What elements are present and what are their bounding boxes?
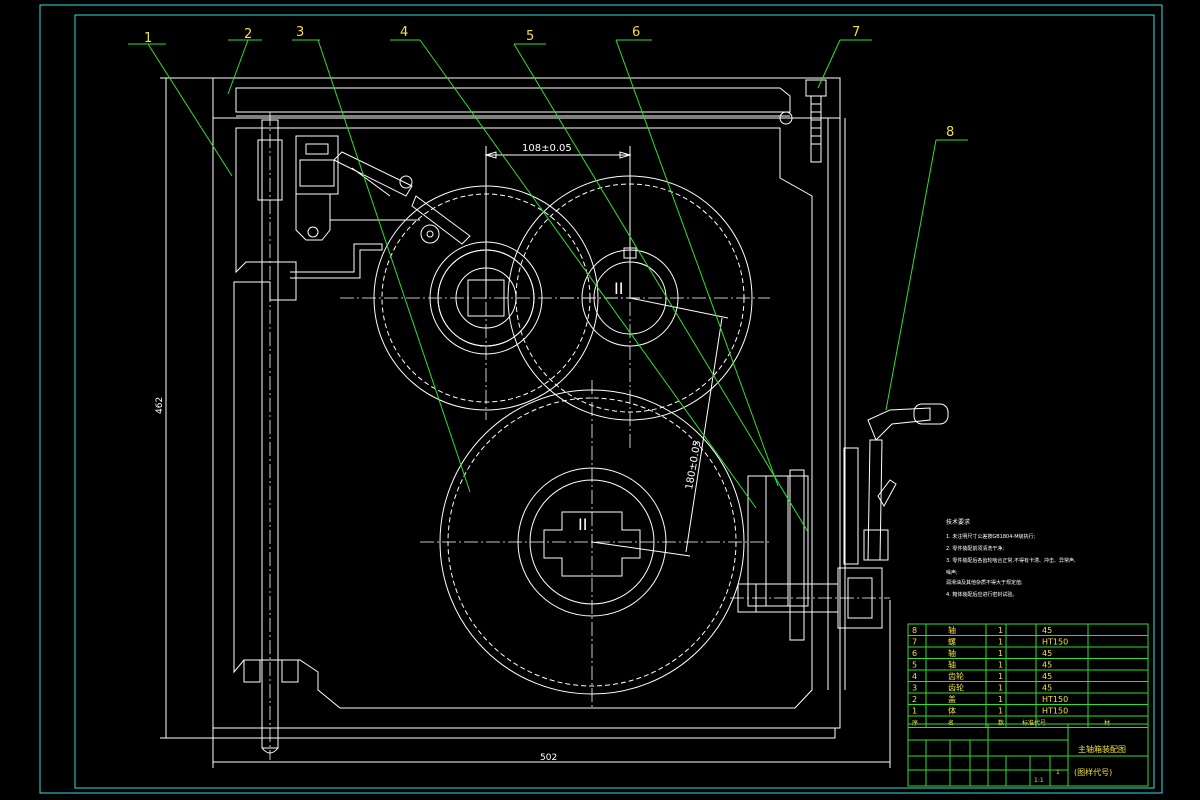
parts-table-header: 名 (948, 719, 954, 727)
tech-req-line-4: 噪声; (946, 569, 958, 576)
parts-table-cell: 1 (998, 707, 1003, 716)
technical-requirements: 技术要求 1. 未注明尺寸公差按GB1804-M级执行; 2. 零件装配前须清洗… (946, 518, 1076, 598)
parts-table-cell: 7 (912, 638, 917, 647)
gear-shaft-2: II (507, 170, 770, 450)
parts-table-cell: HT150 (1042, 707, 1068, 716)
tech-req-line-6: 4. 箱体装配后应进行密封试验。 (946, 591, 1017, 598)
parts-table-cell: 1 (998, 661, 1003, 670)
tech-req-line-5: 润滑油及其他杂质不得大于规定值; (946, 579, 1023, 586)
drawing-sheet: 1 (1056, 769, 1060, 776)
dim-gear-spacing: 108±0.05 (484, 143, 632, 298)
parts-table-cell: 1 (998, 684, 1003, 693)
parts-table-cell: 轴 (948, 648, 956, 658)
parts-table-cell: 1 (998, 626, 1003, 635)
part-label-2: 2 (244, 27, 252, 42)
part-label-3: 3 (296, 25, 304, 40)
dim-462: 462 (155, 397, 165, 414)
shaft-label-top: II (614, 279, 623, 298)
parts-table-cell: 1 (998, 649, 1003, 658)
parts-table-cell: 5 (912, 661, 917, 670)
parts-table-cell: 2 (912, 695, 917, 704)
dim-overall-height: 462 (155, 77, 213, 739)
part-label-4: 4 (400, 25, 408, 40)
drawing-scale: 1:1 (1034, 777, 1044, 784)
parts-table-cell: 45 (1042, 649, 1052, 658)
part-label-1: 1 (144, 31, 152, 46)
parts-table-cell: 8 (912, 626, 917, 635)
parts-table-cell: 轴 (948, 660, 956, 670)
parts-table-cell: 体 (948, 706, 956, 716)
part-label-8: 8 (946, 125, 954, 140)
inner-frame (74, 14, 1155, 789)
parts-table-cell: 45 (1042, 661, 1052, 670)
tech-req-line-2: 2. 零件装配前须清洗干净; (946, 545, 1004, 552)
parts-table-cell: 轴 (948, 625, 956, 635)
part-label-5: 5 (526, 29, 534, 44)
parts-table-cell: 3 (912, 684, 917, 693)
shift-linkage (290, 135, 471, 279)
drawing-code: (图样代号) (1074, 767, 1112, 777)
gear-shaft-1 (340, 170, 640, 420)
parts-table-cell: 6 (912, 649, 917, 658)
title-block: 主轴箱装配图 (图样代号) 1:1 1 (907, 723, 1149, 787)
dim-overall-width: 502 (212, 600, 891, 768)
cover-bolt (779, 79, 827, 163)
part-label-6: 6 (632, 25, 640, 40)
vertical-shaft (243, 112, 299, 760)
parts-table-cell: 4 (912, 672, 917, 681)
tech-req-line-1: 1. 未注明尺寸公差按GB1804-M级执行; (946, 533, 1036, 540)
parts-table-cell: 齿轮 (948, 683, 964, 693)
parts-table: 8 轴 1 45 7 螺 1 HT150 6 轴 1 45 5 轴 1 45 4 齿轮 1 45 3 齿轮 1 45 2 盖 1 HT… (907, 623, 1149, 728)
parts-table-cell: 1 (912, 707, 917, 716)
parts-table-header: 序 (912, 719, 918, 727)
parts-table-cell: 螺 (948, 637, 956, 647)
parts-table-header: 标准代号 (1022, 719, 1046, 727)
drawing-title: 主轴箱装配图 (1078, 744, 1126, 754)
outer-frame (39, 4, 1163, 794)
dim-502: 502 (540, 753, 557, 763)
parts-table-cell: 盖 (948, 694, 956, 704)
tech-req-title: 技术要求 (946, 518, 970, 526)
dim-180: 180±0.05 (684, 440, 703, 491)
parts-table-cell: 1 (998, 638, 1003, 647)
part-leaders (128, 39, 968, 533)
cad-drawing-canvas: II II 108±0.05 180±0.05 462 502 1 2 3 4 … (39, 4, 1163, 794)
tech-req-line-3: 3. 零件装配后各齿轮啮合正常,不得有卡滞、冲击、异常声, (946, 557, 1076, 564)
parts-table-header: 材 (1104, 719, 1110, 727)
dim-shaft-spacing: 180±0.05 (591, 297, 729, 557)
handle-assembly (730, 403, 949, 641)
parts-table-cell: HT150 (1042, 638, 1068, 647)
parts-table-cell: 45 (1042, 672, 1052, 681)
shaft-label-bottom: II (578, 515, 587, 534)
part-label-7: 7 (852, 25, 860, 40)
parts-table-cell: 45 (1042, 626, 1052, 635)
parts-table-cell: 齿轮 (948, 671, 964, 681)
dim-108: 108±0.05 (522, 143, 572, 154)
parts-table-cell: HT150 (1042, 695, 1068, 704)
parts-table-cell: 45 (1042, 684, 1052, 693)
parts-table-cell: 1 (998, 695, 1003, 704)
parts-table-cell: 1 (998, 672, 1003, 681)
large-gear: II (420, 380, 770, 710)
parts-table-header: 数 (998, 719, 1004, 727)
